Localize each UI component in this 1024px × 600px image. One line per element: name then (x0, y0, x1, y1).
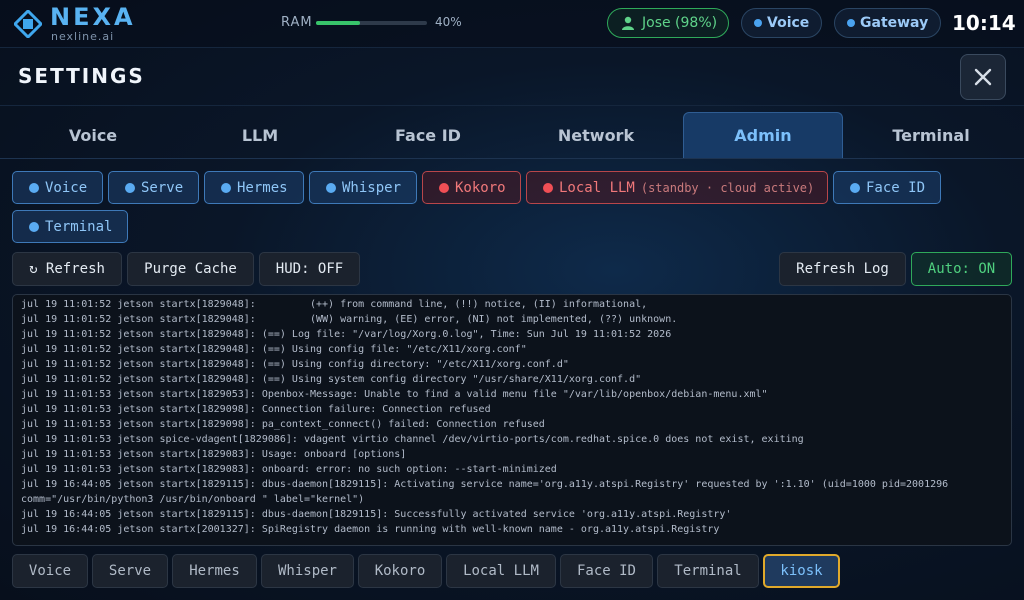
log-line: jul 19 11:01:53 jetson startx[1829098]: … (21, 419, 545, 430)
log-line: jul 19 11:01:53 jetson startx[1829098]: … (21, 404, 491, 415)
tab-voice[interactable]: Voice (13, 112, 173, 158)
status-dot-icon (29, 182, 39, 193)
log-line: jul 19 11:01:52 jetson startx[1829048]: … (21, 359, 569, 370)
auto-refresh-toggle[interactable]: Auto: ON (911, 252, 1012, 286)
service-label: Kokoro (455, 179, 506, 196)
log-line: jul 19 11:01:53 jetson startx[1829053]: … (21, 389, 768, 400)
log-line: jul 19 16:44:05 jetson startx[1829115]: … (21, 479, 949, 490)
service-label: Terminal (45, 218, 113, 235)
close-button[interactable] (960, 54, 1006, 100)
settings-tabs: Voice LLM Face ID Network Admin Terminal (0, 112, 1024, 159)
refresh-button[interactable]: ↻ Refresh (12, 252, 122, 286)
log-line: jul 19 11:01:53 jetson startx[1829083]: … (21, 449, 407, 460)
log-line: jul 19 16:44:05 jetson startx[1829115]: … (21, 509, 732, 520)
log-line: comm="/usr/bin/python3 /usr/bin/onboard … (21, 494, 365, 505)
tab-llm[interactable]: LLM (180, 112, 340, 158)
voice-status-label: Voice (767, 15, 810, 31)
service-label: Face ID (866, 179, 926, 196)
service-toggle-voice[interactable]: Voice (12, 171, 103, 204)
log-line: jul 19 11:01:53 jetson startx[1829083]: … (21, 464, 557, 475)
service-label: Local LLM (559, 179, 635, 196)
logo-icon (14, 10, 42, 38)
user-icon (622, 16, 634, 30)
page-title: SETTINGS (18, 64, 145, 88)
log-line: jul 19 11:01:52 jetson startx[1829048]: … (21, 374, 642, 385)
top-bar: NEXA nexline.ai RAM 40% Jose (98%) Voice… (0, 0, 1024, 48)
log-line: jul 19 16:44:05 jetson startx[2001327]: … (21, 524, 720, 535)
status-dot-icon (221, 182, 231, 193)
status-dot-icon (439, 182, 449, 193)
log-tab-hermes[interactable]: Hermes (172, 554, 257, 588)
brand-name: NEXA (50, 3, 136, 31)
service-label: Hermes (237, 179, 288, 196)
tab-admin[interactable]: Admin (683, 112, 843, 158)
log-tab-whisper[interactable]: Whisper (261, 554, 354, 588)
log-tab-kiosk[interactable]: kiosk (763, 554, 840, 588)
ram-meter (316, 21, 427, 25)
settings-header: SETTINGS (0, 48, 1024, 106)
service-label: Whisper (342, 179, 402, 196)
purge-cache-button[interactable]: Purge Cache (127, 252, 254, 286)
status-dot-icon (847, 19, 855, 27)
log-line: jul 19 11:01:52 jetson startx[1829048]: … (21, 314, 678, 325)
status-dot-icon (754, 19, 762, 27)
log-line: jul 19 11:01:52 jetson startx[1829048]: … (21, 299, 648, 310)
gateway-status-pill[interactable]: Gateway (834, 8, 941, 38)
gateway-status-label: Gateway (860, 15, 929, 31)
log-viewer[interactable]: jul 19 11:01:52 jetson startx[1829048]: … (12, 294, 1012, 546)
clock: 10:14 (952, 11, 1016, 35)
ram-label: RAM (281, 15, 313, 30)
close-icon (974, 68, 992, 86)
log-line: jul 19 11:01:52 jetson startx[1829048]: … (21, 344, 527, 355)
status-dot-icon (543, 182, 553, 193)
service-toggle-terminal[interactable]: Terminal (12, 210, 128, 243)
tab-face-id[interactable]: Face ID (348, 112, 508, 158)
log-tab-local-llm[interactable]: Local LLM (446, 554, 556, 588)
tab-network[interactable]: Network (516, 112, 676, 158)
log-tab-serve[interactable]: Serve (92, 554, 168, 588)
service-toggle-serve[interactable]: Serve (108, 171, 199, 204)
log-line: jul 19 11:01:52 jetson startx[1829048]: … (21, 329, 672, 340)
service-note: (standby · cloud active) (640, 180, 815, 195)
service-toggle-face-id[interactable]: Face ID (833, 171, 941, 204)
log-tab-terminal[interactable]: Terminal (657, 554, 759, 588)
log-tab-face-id[interactable]: Face ID (560, 554, 653, 588)
status-dot-icon (850, 182, 860, 193)
brand-subtitle: nexline.ai (51, 30, 115, 43)
status-dot-icon (29, 221, 39, 232)
service-toggle-hermes[interactable]: Hermes (204, 171, 304, 204)
hud-toggle-button[interactable]: HUD: OFF (259, 252, 360, 286)
tab-terminal[interactable]: Terminal (851, 112, 1011, 158)
service-toggle-local-llm[interactable]: Local LLM (standby · cloud active) (526, 171, 828, 204)
service-label: Voice (45, 179, 88, 196)
ram-meter-fill (316, 21, 361, 25)
service-toggle-whisper[interactable]: Whisper (309, 171, 417, 204)
service-label: Serve (141, 179, 184, 196)
user-status-pill[interactable]: Jose (98%) (607, 8, 729, 38)
ram-percent: 40% (435, 15, 462, 29)
log-line: jul 19 11:01:53 jetson spice-vdagent[182… (21, 434, 804, 445)
status-dot-icon (125, 182, 135, 193)
log-tab-kokoro[interactable]: Kokoro (358, 554, 442, 588)
user-status-label: Jose (98%) (642, 15, 718, 31)
voice-status-pill[interactable]: Voice (741, 8, 822, 38)
service-toggle-kokoro[interactable]: Kokoro (422, 171, 521, 204)
refresh-log-button[interactable]: Refresh Log (779, 252, 906, 286)
log-tab-voice[interactable]: Voice (12, 554, 88, 588)
status-dot-icon (326, 182, 336, 193)
